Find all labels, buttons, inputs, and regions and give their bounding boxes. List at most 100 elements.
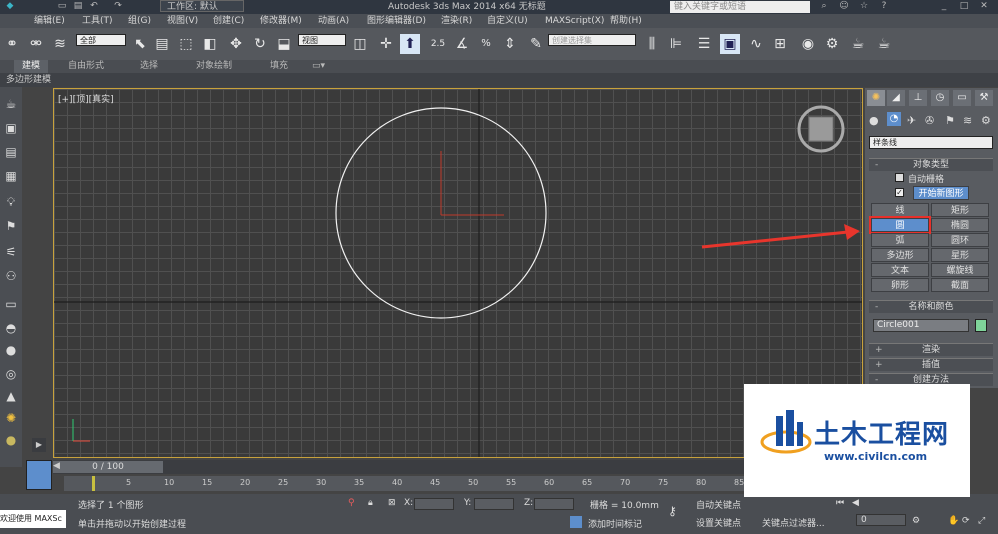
tab-freeform[interactable]: 自由形式 — [68, 60, 104, 73]
move-icon[interactable]: ✥ — [226, 34, 246, 54]
ngon-button[interactable]: 多边形 — [871, 248, 929, 262]
x-coord-input[interactable] — [414, 498, 454, 510]
search-input[interactable]: 键入关键字或短语 — [670, 1, 810, 13]
torus-icon[interactable]: ◎ — [2, 365, 20, 383]
motion-tab-icon[interactable]: ◷ — [931, 90, 949, 106]
selection-filter-dropdown[interactable]: 全部 — [76, 34, 126, 46]
schematic-view-icon[interactable]: ⊞ — [770, 34, 790, 54]
isolate-icon[interactable]: ⚲ — [348, 498, 355, 508]
rollout-object-type[interactable]: - 对象类型 — [869, 158, 993, 171]
time-tag-icon[interactable] — [570, 516, 582, 528]
start-new-shape-checkbox[interactable]: ✓ — [895, 188, 904, 197]
create-tab-icon[interactable]: ✺ — [867, 90, 885, 106]
select-by-name-icon[interactable]: ▤ — [152, 34, 172, 54]
menu-maxscript[interactable]: MAXScript(X) — [545, 14, 604, 28]
menu-group[interactable]: 组(G) — [128, 14, 151, 28]
graphite-toggle-icon[interactable]: ▣ — [720, 34, 740, 54]
orbit-icon[interactable]: ⟳ — [962, 516, 970, 526]
material-editor-icon[interactable]: ◉ — [798, 34, 818, 54]
menu-rendering[interactable]: 渲染(R) — [441, 14, 472, 28]
start-new-shape-button[interactable]: 开始新图形 — [913, 186, 969, 200]
search-icon[interactable]: ⌕ — [818, 1, 830, 12]
angle-snap-icon[interactable]: ∡ — [452, 34, 472, 54]
link-icon[interactable]: ⚭ — [2, 34, 22, 54]
close-icon[interactable]: ✕ — [978, 1, 990, 12]
z-coord-input[interactable] — [534, 498, 574, 510]
rendered-frame-icon[interactable]: ☕ — [848, 34, 868, 54]
object-color-swatch[interactable] — [975, 319, 987, 332]
star-button[interactable]: 星形 — [931, 248, 989, 262]
systems-icon[interactable]: ⚇ — [2, 267, 20, 285]
menu-edit[interactable]: 编辑(E) — [34, 14, 65, 28]
maximize-viewport-icon[interactable]: ⤢ — [978, 516, 985, 526]
tab-modeling[interactable]: 建模 — [14, 60, 49, 73]
line-button[interactable]: 线 — [871, 203, 929, 217]
section-button[interactable]: 截面 — [931, 278, 989, 292]
snap-toggle-icon[interactable]: 2.5 — [428, 34, 448, 54]
app-logo-icon[interactable]: ◆ — [4, 1, 16, 12]
pan-icon[interactable]: ✋ — [948, 516, 959, 526]
key-filters-button[interactable]: 关键点过滤器... — [762, 516, 825, 529]
absolute-mode-icon[interactable]: ⊠ — [388, 498, 396, 508]
layer-manager-icon[interactable]: ☰ — [694, 34, 714, 54]
arc-button[interactable]: 弧 — [871, 233, 929, 247]
spacewarps-icon[interactable]: ≋ — [963, 114, 972, 127]
menu-tools[interactable]: 工具(T) — [82, 14, 113, 28]
mirror-icon[interactable]: ⫼ — [642, 34, 662, 54]
maxscript-listener[interactable]: 欢迎使用 MAXSc — [0, 510, 66, 528]
sphere-icon[interactable]: ● — [2, 341, 20, 359]
time-config-icon[interactable]: ⚙ — [912, 516, 920, 526]
select-manipulate-icon[interactable]: ✛ — [376, 34, 396, 54]
select-object-icon[interactable]: ⬉ — [130, 34, 150, 54]
list-icon[interactable]: ▤ — [2, 143, 20, 161]
display-tab-icon[interactable]: ▭ — [953, 90, 971, 106]
grid-icon[interactable]: ▦ — [2, 167, 20, 185]
helpers-icon[interactable]: ⚑ — [945, 114, 955, 127]
edit-named-selection-icon[interactable]: ✎ — [526, 34, 546, 54]
tab-populate[interactable]: 填充 — [270, 60, 288, 73]
open-file-icon[interactable]: ▤ — [72, 1, 84, 12]
render-setup-icon[interactable]: ⚙ — [822, 34, 842, 54]
curve-editor-icon[interactable]: ∿ — [746, 34, 766, 54]
text-button[interactable]: 文本 — [871, 263, 929, 277]
rollout-interpolation[interactable]: + 插值 — [869, 358, 993, 371]
rectangle-button[interactable]: 矩形 — [931, 203, 989, 217]
tab-selection[interactable]: 选择 — [140, 60, 158, 73]
top-viewport[interactable]: [+][顶][真实] — [53, 88, 863, 458]
utilities-tab-icon[interactable]: ⚒ — [975, 90, 993, 106]
light-bulb-icon[interactable]: 💡︎ — [2, 193, 20, 211]
user-icon[interactable]: ☺ — [838, 1, 850, 12]
rotate-icon[interactable]: ↻ — [250, 34, 270, 54]
menu-views[interactable]: 视图(V) — [167, 14, 198, 28]
star-icon[interactable]: ☆ — [858, 1, 870, 12]
set-key-button[interactable]: 设置关键点 — [696, 516, 741, 529]
helper-icon[interactable]: ⚑ — [2, 217, 20, 235]
slider-left-arrow-icon[interactable]: ◀ — [53, 461, 60, 471]
unlink-icon[interactable]: ⚮ — [26, 34, 46, 54]
spinner-snap-icon[interactable]: ⇕ — [500, 34, 520, 54]
keyboard-shortcut-override-icon[interactable]: ⬆ — [400, 34, 420, 54]
minimize-icon[interactable]: _ — [938, 1, 950, 12]
geometry-icon[interactable]: ● — [869, 114, 879, 127]
category-dropdown[interactable]: 样条线 — [869, 136, 993, 149]
dome-icon[interactable]: ◓ — [2, 319, 20, 337]
lights-icon[interactable]: ✈ — [907, 114, 916, 127]
rollout-name-color[interactable]: - 名称和颜色 — [869, 300, 993, 313]
help-icon[interactable]: ? — [878, 1, 890, 12]
maximize-icon[interactable]: □ — [958, 1, 970, 12]
menu-modifiers[interactable]: 修改器(M) — [260, 14, 302, 28]
undo-icon[interactable]: ↶ — [88, 1, 100, 12]
rect-selection-icon[interactable]: ⬚ — [176, 34, 196, 54]
rollout-rendering[interactable]: + 渲染 — [869, 343, 993, 356]
viewport-image-icon[interactable]: ▣ — [2, 119, 20, 137]
spacewarp-icon[interactable]: ⚟ — [2, 243, 20, 261]
ellipse-button[interactable]: 椭圆 — [931, 218, 989, 232]
menu-graph-editors[interactable]: 图形编辑器(D) — [367, 14, 426, 28]
teapot-icon[interactable]: ☕ — [2, 95, 20, 113]
object-name-input[interactable]: Circle001 — [873, 319, 969, 332]
menu-customize[interactable]: 自定义(U) — [487, 14, 528, 28]
redo-icon[interactable]: ↷ — [112, 1, 124, 12]
shapes-icon[interactable]: ◔ — [887, 112, 901, 126]
modify-tab-icon[interactable]: ◢ — [887, 90, 905, 106]
systems-icon[interactable]: ⚙ — [981, 114, 991, 127]
